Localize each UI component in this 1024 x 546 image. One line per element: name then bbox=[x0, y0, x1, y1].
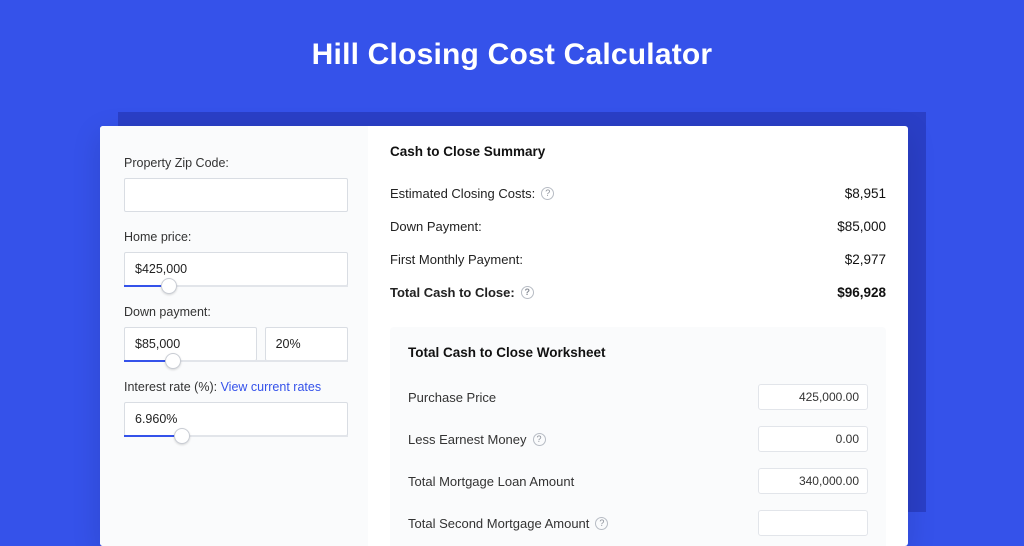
worksheet-row-input[interactable] bbox=[758, 468, 868, 494]
summary-row-value: $8,951 bbox=[845, 186, 886, 201]
down-payment-field: Down payment: bbox=[124, 305, 348, 362]
interest-field: Interest rate (%): View current rates bbox=[124, 380, 348, 437]
zip-field: Property Zip Code: bbox=[124, 156, 348, 212]
interest-input[interactable] bbox=[124, 402, 348, 436]
interest-label: Interest rate (%): bbox=[124, 380, 221, 394]
interest-slider-thumb[interactable] bbox=[174, 428, 190, 444]
interest-slider[interactable] bbox=[124, 435, 348, 437]
zip-label: Property Zip Code: bbox=[124, 156, 348, 170]
calculator-panel: Property Zip Code: Home price: Down paym… bbox=[100, 126, 908, 546]
worksheet-row: Less Earnest Money? bbox=[408, 418, 868, 460]
worksheet-row: Purchase Price bbox=[408, 376, 868, 418]
summary-rows: Estimated Closing Costs:? $8,951 Down Paym… bbox=[390, 177, 886, 309]
down-payment-label: Down payment: bbox=[124, 305, 348, 319]
down-payment-input[interactable] bbox=[124, 327, 257, 361]
summary-row-value: $85,000 bbox=[837, 219, 886, 234]
worksheet-row-label: Total Mortgage Loan Amount bbox=[408, 474, 574, 489]
help-icon[interactable]: ? bbox=[533, 433, 546, 446]
home-price-label: Home price: bbox=[124, 230, 348, 244]
summary-row: Down Payment: $85,000 bbox=[390, 210, 886, 243]
worksheet-row-label: Purchase Price bbox=[408, 390, 496, 405]
home-price-slider-thumb[interactable] bbox=[161, 278, 177, 294]
worksheet-row-input[interactable] bbox=[758, 384, 868, 410]
interest-label-row: Interest rate (%): View current rates bbox=[124, 380, 321, 394]
help-icon[interactable]: ? bbox=[541, 187, 554, 200]
summary-title: Cash to Close Summary bbox=[390, 144, 886, 159]
down-payment-pct-input[interactable] bbox=[265, 327, 348, 361]
worksheet-row-input[interactable] bbox=[758, 510, 868, 536]
summary-row: Estimated Closing Costs:? $8,951 bbox=[390, 177, 886, 210]
summary-row-label: Estimated Closing Costs:? bbox=[390, 186, 554, 201]
summary-row-label: Down Payment: bbox=[390, 219, 482, 234]
worksheet-title: Total Cash to Close Worksheet bbox=[408, 345, 868, 360]
worksheet-row-input[interactable] bbox=[758, 426, 868, 452]
inputs-sidebar: Property Zip Code: Home price: Down paym… bbox=[100, 126, 368, 546]
worksheet-rows: Purchase Price Less Earnest Money? Total M… bbox=[408, 376, 868, 544]
home-price-slider[interactable] bbox=[124, 285, 348, 287]
home-price-field: Home price: bbox=[124, 230, 348, 287]
view-rates-link[interactable]: View current rates bbox=[221, 380, 322, 394]
down-payment-slider[interactable] bbox=[124, 360, 348, 362]
zip-input[interactable] bbox=[124, 178, 348, 212]
down-payment-slider-thumb[interactable] bbox=[165, 353, 181, 369]
summary-row: Total Cash to Close:? $96,928 bbox=[390, 276, 886, 309]
page-title: Hill Closing Cost Calculator bbox=[0, 0, 1024, 98]
worksheet-card: Total Cash to Close Worksheet Purchase P… bbox=[390, 327, 886, 546]
help-icon[interactable]: ? bbox=[521, 286, 534, 299]
summary-row-value: $2,977 bbox=[845, 252, 886, 267]
help-icon[interactable]: ? bbox=[595, 517, 608, 530]
worksheet-row: Total Mortgage Loan Amount bbox=[408, 460, 868, 502]
summary-row-label: Total Cash to Close:? bbox=[390, 285, 534, 300]
worksheet-row-label: Total Second Mortgage Amount? bbox=[408, 516, 608, 531]
worksheet-row-label: Less Earnest Money? bbox=[408, 432, 546, 447]
worksheet-row: Total Second Mortgage Amount? bbox=[408, 502, 868, 544]
home-price-input[interactable] bbox=[124, 252, 348, 286]
summary-row-label: First Monthly Payment: bbox=[390, 252, 523, 267]
summary-row: First Monthly Payment: $2,977 bbox=[390, 243, 886, 276]
summary-row-value: $96,928 bbox=[837, 285, 886, 300]
results-pane: Cash to Close Summary Estimated Closing … bbox=[368, 126, 908, 546]
